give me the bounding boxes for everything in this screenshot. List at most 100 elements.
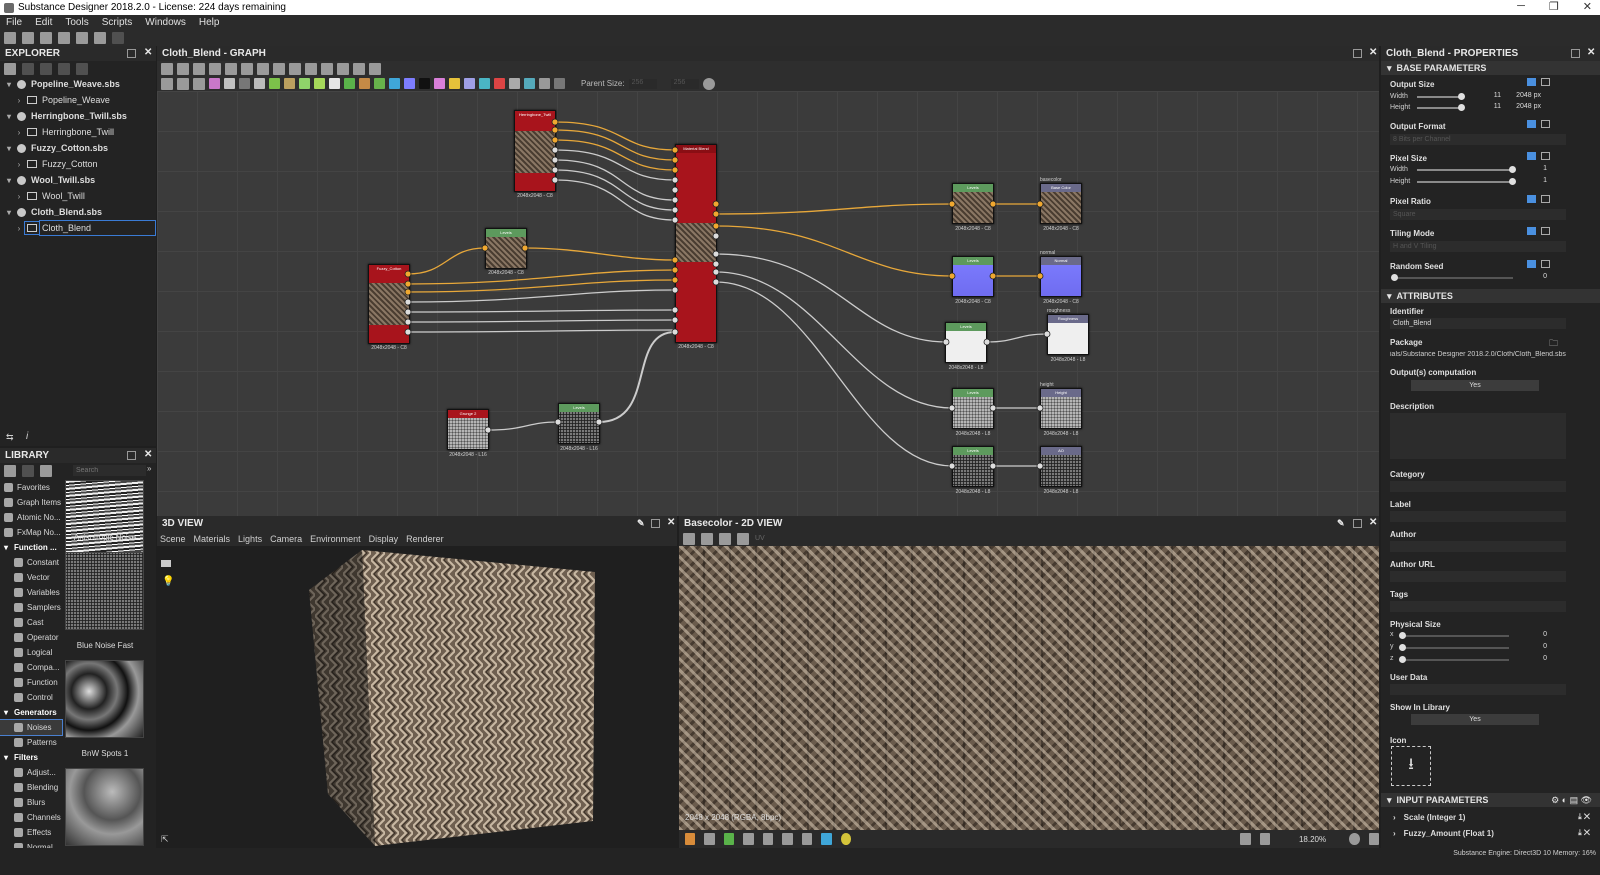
library-category[interactable]: Vector xyxy=(0,570,62,585)
library-category[interactable]: Logical xyxy=(0,645,62,660)
explorer-graph[interactable]: › Popeline_Weave xyxy=(0,92,156,108)
library-category[interactable]: Atomic No... xyxy=(0,510,62,525)
thumbnail-bnw-spots-1[interactable] xyxy=(65,660,144,738)
library-category[interactable]: Channels xyxy=(0,810,62,825)
library-category[interactable]: Patterns xyxy=(0,735,62,750)
height-slider[interactable] xyxy=(1417,107,1461,109)
tile-icon[interactable] xyxy=(762,833,774,845)
random-seed-slider[interactable] xyxy=(1393,277,1513,279)
explorer-package[interactable]: ▾ Wool_Twill.sbs xyxy=(0,172,156,188)
library-category[interactable]: Noises xyxy=(0,719,63,736)
library-category-header[interactable]: ▾ Function ... xyxy=(0,540,62,555)
library-folder-icon[interactable] xyxy=(22,464,34,477)
float-icon[interactable] xyxy=(1571,49,1580,58)
pixel-ratio-select[interactable]: Square xyxy=(1390,209,1566,220)
section-input-parameters[interactable]: ▾ INPUT PARAMETERS ⚙ ◐ ▤ 👁 xyxy=(1381,793,1600,807)
color-picker-icon[interactable] xyxy=(840,833,852,845)
close-icon[interactable]: ✕ xyxy=(1369,517,1377,528)
library-category[interactable]: Variables xyxy=(0,585,62,600)
physical-z-slider[interactable] xyxy=(1401,659,1509,661)
input-param-row[interactable]: › Scale (Integer 1) ⤓ ✕ xyxy=(1381,809,1600,825)
refresh-icon[interactable] xyxy=(58,62,70,75)
library-category[interactable]: Samplers xyxy=(0,600,62,615)
section-attributes[interactable]: ▾ ATTRIBUTES xyxy=(1381,289,1600,303)
library-add-icon[interactable] xyxy=(4,464,16,477)
camera-icon[interactable] xyxy=(161,560,171,567)
expand-icon[interactable]: › xyxy=(14,192,24,201)
link-icon[interactable] xyxy=(1527,260,1536,268)
float-icon[interactable] xyxy=(127,49,136,58)
inherit-icon[interactable] xyxy=(1541,260,1550,268)
pixel-width-knob[interactable] xyxy=(1509,166,1516,173)
light-icon[interactable]: 💡 xyxy=(162,576,174,587)
collapse-icon[interactable]: ▾ xyxy=(4,112,14,121)
zoom-reset-icon[interactable] xyxy=(1349,833,1360,845)
library-category-header[interactable]: ▾ Filters xyxy=(0,750,62,765)
copy-icon[interactable] xyxy=(683,532,695,545)
outputs-computation-toggle[interactable]: Yes xyxy=(1411,380,1539,391)
menu-renderer[interactable]: Renderer xyxy=(406,534,444,544)
collapse-icon[interactable]: ▾ xyxy=(4,144,14,153)
link-icon[interactable] xyxy=(1527,152,1536,160)
physical-x-knob[interactable] xyxy=(1399,632,1406,639)
uv-select[interactable]: UV xyxy=(755,535,765,542)
menu-tools[interactable]: Tools xyxy=(65,17,88,28)
library-category[interactable]: Graph Items xyxy=(0,495,62,510)
lock-icon[interactable] xyxy=(1368,833,1380,845)
description-textarea[interactable] xyxy=(1390,413,1566,459)
explorer-graph[interactable]: › Fuzzy_Cotton xyxy=(0,156,156,172)
link-icon[interactable] xyxy=(1527,120,1536,128)
resize-icon[interactable]: ⇱ xyxy=(161,834,169,845)
physical-x-slider[interactable] xyxy=(1401,635,1509,637)
inherit-icon[interactable] xyxy=(1541,152,1550,160)
color-channel-icon[interactable] xyxy=(723,833,735,845)
link-icon[interactable] xyxy=(40,62,52,75)
menu-edit[interactable]: Edit xyxy=(35,17,52,28)
library-category[interactable]: Blurs xyxy=(0,795,62,810)
float-icon[interactable] xyxy=(651,519,660,528)
output-format-select[interactable]: 8 Bits per Channel xyxy=(1390,134,1566,145)
physical-z-knob[interactable] xyxy=(1399,656,1406,663)
delete-icon[interactable] xyxy=(76,62,88,75)
export-image-icon[interactable] xyxy=(719,532,731,545)
author-input[interactable] xyxy=(1390,541,1566,552)
menu-environment[interactable]: Environment xyxy=(310,534,361,544)
new-graph-icon[interactable] xyxy=(22,32,34,44)
fit-view-icon[interactable] xyxy=(1240,833,1251,845)
close-icon[interactable]: ✕ xyxy=(144,47,152,58)
pin-icon[interactable]: ⤓ ✕ xyxy=(1578,812,1590,822)
explorer-package[interactable]: ▾ Fuzzy_Cotton.sbs xyxy=(0,140,156,156)
collapse-icon[interactable]: ▾ xyxy=(4,208,14,217)
menu-camera[interactable]: Camera xyxy=(270,534,302,544)
save-image-icon[interactable] xyxy=(701,532,713,545)
filter-icon[interactable]: ⇆ xyxy=(6,432,14,443)
explorer-graph[interactable]: › Herringbone_Twill xyxy=(0,124,156,140)
explorer-package[interactable]: ▾ Herringbone_Twill.sbs xyxy=(0,108,156,124)
library-search-input[interactable] xyxy=(73,465,146,476)
link-icon[interactable] xyxy=(1527,78,1536,86)
inherit-icon[interactable] xyxy=(1541,227,1550,235)
info-icon[interactable]: i xyxy=(26,431,28,442)
identifier-input[interactable]: Cloth_Blend xyxy=(1390,318,1566,329)
collapse-icon[interactable]: ▾ xyxy=(4,80,14,89)
input-param-row[interactable]: › Fuzzy_Amount (Float 1) ⤓ ✕ xyxy=(1381,825,1600,841)
float-icon[interactable] xyxy=(127,451,136,460)
library-category-header[interactable]: ▾ Generators xyxy=(0,705,62,720)
pixel-height-slider[interactable] xyxy=(1417,181,1513,183)
grid-icon[interactable] xyxy=(743,833,754,845)
show-in-library-toggle[interactable]: Yes xyxy=(1411,714,1539,725)
menu-materials[interactable]: Materials xyxy=(194,534,231,544)
section-base-parameters[interactable]: ▾ BASE PARAMETERS xyxy=(1381,61,1600,75)
width-slider-knob[interactable] xyxy=(1458,93,1465,100)
thumbnail-blue-noise-fast[interactable] xyxy=(65,552,144,630)
new-icon[interactable] xyxy=(4,62,16,75)
close-icon[interactable]: ✕ xyxy=(1587,47,1595,58)
open-icon[interactable] xyxy=(40,32,52,44)
save-all-icon[interactable] xyxy=(76,32,88,44)
info-icon[interactable] xyxy=(782,833,793,845)
library-category[interactable]: Control xyxy=(0,690,62,705)
height-slider-knob[interactable] xyxy=(1458,104,1465,111)
explorer-package[interactable]: ▾ Popeline_Weave.sbs xyxy=(0,76,156,92)
pixel-width-slider[interactable] xyxy=(1417,169,1513,171)
library-category[interactable]: Operator xyxy=(0,630,62,645)
